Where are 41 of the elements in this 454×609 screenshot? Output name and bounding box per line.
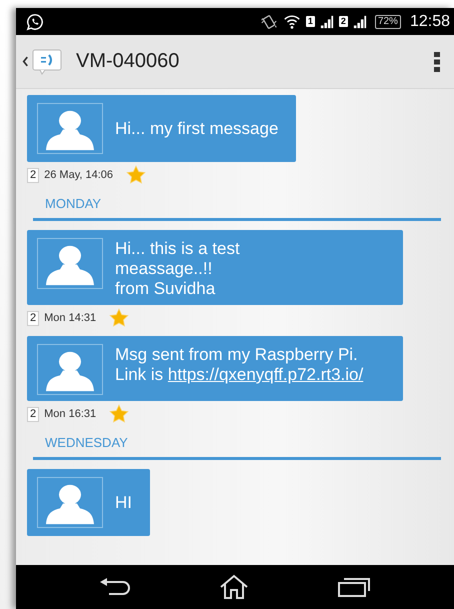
clock-time: 12:58 <box>410 12 450 30</box>
message-bubble[interactable]: Msg sent from my Raspberry Pi. Link is https://qxenyqff.p72.rt3.io/ <box>27 336 403 401</box>
home-icon <box>218 574 250 600</box>
message-bubble[interactable]: HI <box>27 469 150 536</box>
conversation-title: VM-040060 <box>76 50 180 73</box>
back-chevron-icon <box>22 56 29 67</box>
sim-badge: 2 <box>27 310 40 326</box>
day-label: WEDNESDAY <box>45 435 128 450</box>
message-text: HI <box>115 492 133 512</box>
sim-label: 2 <box>338 16 348 27</box>
back-arrow-icon <box>99 576 132 598</box>
messaging-app-icon <box>32 48 62 74</box>
star-icon[interactable] <box>126 165 146 185</box>
signal-icon <box>352 14 367 28</box>
chat-bubble-icon <box>26 12 44 30</box>
person-avatar-icon <box>37 103 103 154</box>
message-text: Msg sent from my Raspberry Pi. Link is https://qxenyqff.p72.rt3.io/ <box>115 344 364 385</box>
recent-apps-icon <box>336 576 371 598</box>
day-label: MONDAY <box>45 196 102 211</box>
sim-label: 1 <box>306 16 315 27</box>
overflow-menu-icon <box>434 52 440 72</box>
sim-badge: 2 <box>27 168 40 182</box>
message-time: Mon 16:31 <box>44 408 96 420</box>
message-link[interactable]: https://qxenyqff.p72.rt3.io/ <box>168 365 364 384</box>
person-avatar-icon <box>37 344 103 395</box>
sim-badge: 2 <box>27 406 40 422</box>
vibrate-icon <box>260 12 278 30</box>
message-text: Hi... my first message <box>115 118 280 138</box>
star-icon[interactable] <box>109 308 130 328</box>
message-time: 26 May, 14:06 <box>44 169 114 181</box>
message-bubble[interactable]: Hi... my first message <box>27 95 296 162</box>
message-text: Hi... this is a test meassage..!! from Suvidha <box>115 238 241 299</box>
signal-icon <box>320 14 334 28</box>
back-button[interactable] <box>20 46 64 76</box>
wifi-icon <box>282 12 301 30</box>
person-avatar-icon <box>37 477 103 528</box>
star-icon[interactable] <box>109 404 130 424</box>
message-bubble[interactable]: Hi... this is a test meassage..!! from Suvidha <box>27 230 403 305</box>
battery-indicator: 72% <box>374 14 401 28</box>
person-avatar-icon <box>37 238 103 289</box>
message-time: Mon 14:31 <box>44 312 96 324</box>
